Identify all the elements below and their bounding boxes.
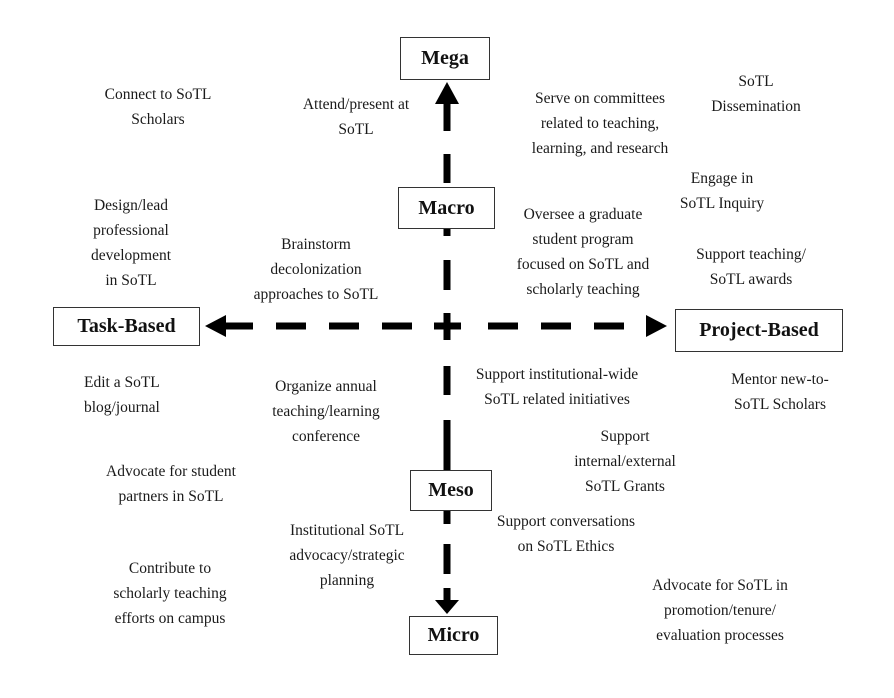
arrow-down-head xyxy=(435,600,459,614)
activity-label: Mentor new-to- SoTL Scholars xyxy=(731,371,829,413)
arrow-right-head xyxy=(646,315,667,337)
arrow-down-shaft xyxy=(443,588,451,602)
horizontal-dash xyxy=(541,322,571,330)
arrow-left-shaft xyxy=(225,322,253,330)
sotl-engagement-diagram: Mega Macro Meso Micro Task-Based Project… xyxy=(0,0,894,698)
activity-label: Oversee a graduate student program focus… xyxy=(516,206,650,298)
vertical-axis xyxy=(435,82,459,614)
activity-label: Advocate for SoTL in promotion/tenure/ e… xyxy=(652,577,788,644)
mega-box: Mega xyxy=(400,37,490,80)
vertical-dash xyxy=(443,228,451,236)
vertical-dash xyxy=(443,420,451,470)
activity-label: Institutional SoTL advocacy/strategic pl… xyxy=(289,522,405,589)
horizontal-dash xyxy=(382,322,412,330)
activity-label: Brainstorm decolonization approaches to … xyxy=(253,236,379,303)
vertical-dash xyxy=(443,366,451,395)
vertical-dash xyxy=(443,544,451,574)
horizontal-dash xyxy=(329,322,359,330)
activity-label: Support institutional-wide SoTL related … xyxy=(475,366,639,408)
vertical-dash xyxy=(443,510,451,524)
activity-label: Connect to SoTL Scholars xyxy=(104,86,212,128)
activity-label: Support teaching/ SoTL awards xyxy=(696,246,806,288)
activity-label: Serve on committees related to teaching,… xyxy=(531,90,669,157)
activity-label: Organize annual teaching/learning confer… xyxy=(272,378,380,445)
micro-box: Micro xyxy=(409,616,498,655)
center-plus-icon xyxy=(434,313,461,340)
activity-label: Support conversations on SoTL Ethics xyxy=(496,513,636,555)
horizontal-dash xyxy=(488,322,518,330)
activity-label: Contribute to scholarly teaching efforts… xyxy=(113,560,227,627)
macro-box: Macro xyxy=(398,187,495,229)
vertical-dash xyxy=(443,154,451,183)
task-based-box: Task-Based xyxy=(53,307,200,346)
horizontal-dash xyxy=(594,322,624,330)
activity-label: Advocate for student partners in SoTL xyxy=(106,463,236,505)
activity-label: Attend/present at SoTL xyxy=(302,96,410,138)
arrow-up-shaft xyxy=(443,103,451,131)
meso-box: Meso xyxy=(410,470,492,511)
activity-label: SoTL Dissemination xyxy=(711,73,801,115)
arrow-up-head xyxy=(435,82,459,104)
project-based-box: Project-Based xyxy=(675,309,843,352)
activity-label: Design/lead professional development in … xyxy=(90,197,172,289)
arrow-left-head xyxy=(205,315,226,337)
horizontal-dash xyxy=(276,322,306,330)
vertical-dash xyxy=(443,260,451,290)
activity-label: Support internal/external SoTL Grants xyxy=(574,428,676,495)
activity-label: Edit a SoTL blog/journal xyxy=(84,374,160,416)
